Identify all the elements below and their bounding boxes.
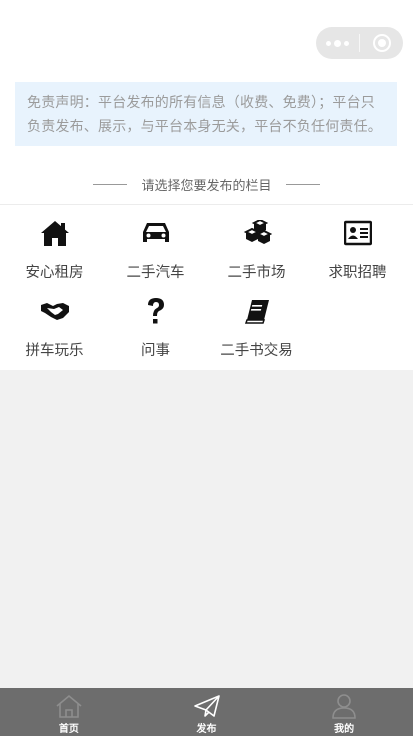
- section-header: 请选择您要发布的栏目: [0, 174, 413, 194]
- category-label: 安心租房: [25, 265, 84, 281]
- category-label: 问事: [141, 343, 170, 359]
- section-title: 请选择您要发布的栏目: [141, 178, 272, 194]
- category-ask[interactable]: 问事: [104, 288, 207, 364]
- category-used-car[interactable]: 二手汽车: [104, 210, 207, 286]
- tab-label: 首页: [58, 724, 79, 735]
- category-book-trade[interactable]: 二手书交易: [205, 288, 308, 364]
- disclaimer-notice: 免责声明：平台发布的所有信息（收费、免费）；平台只 负责发布、展示，与平台本身无…: [15, 82, 397, 146]
- more-dots-icon[interactable]: [316, 27, 359, 59]
- header-line-left: [93, 183, 128, 185]
- category-carpool[interactable]: 拼车玩乐: [3, 288, 106, 364]
- disclaimer-line-2: 负责发布、展示，与平台本身无关，平台不负任何责任。: [27, 119, 382, 135]
- house-icon: [3, 216, 106, 250]
- tab-home[interactable]: 首页: [0, 688, 138, 736]
- question-icon: [104, 294, 207, 328]
- boxes-icon: [205, 216, 308, 250]
- category-label: 二手汽车: [126, 265, 185, 281]
- id-card-icon: [306, 216, 409, 250]
- category-jobs[interactable]: 求职招聘: [306, 210, 409, 286]
- mini-program-capsule: [316, 27, 403, 59]
- paper-plane-icon: [193, 693, 221, 719]
- target-close-icon[interactable]: [360, 27, 403, 59]
- header-line-right: [285, 183, 320, 185]
- category-label: 二手市场: [227, 265, 286, 281]
- home-icon: [55, 693, 83, 719]
- tab-publish[interactable]: 发布: [138, 688, 276, 736]
- disclaimer-line-1: 免责声明：平台发布的所有信息（收费、免费）；平台只: [27, 95, 375, 111]
- category-rent[interactable]: 安心租房: [3, 210, 106, 286]
- user-icon: [330, 693, 358, 719]
- category-second-hand-market[interactable]: 二手市场: [205, 210, 308, 286]
- category-label: 二手书交易: [220, 343, 293, 359]
- tab-label: 我的: [334, 724, 355, 735]
- book-icon: [205, 294, 308, 328]
- handshake-icon: [3, 294, 106, 328]
- bottom-tab-bar: 首页 发布 我的: [0, 688, 413, 736]
- car-icon: [104, 216, 207, 250]
- tab-mine[interactable]: 我的: [275, 688, 413, 736]
- tab-label: 发布: [196, 724, 217, 735]
- category-label: 拼车玩乐: [25, 343, 84, 359]
- category-label: 求职招聘: [328, 265, 387, 281]
- divider: [0, 204, 413, 205]
